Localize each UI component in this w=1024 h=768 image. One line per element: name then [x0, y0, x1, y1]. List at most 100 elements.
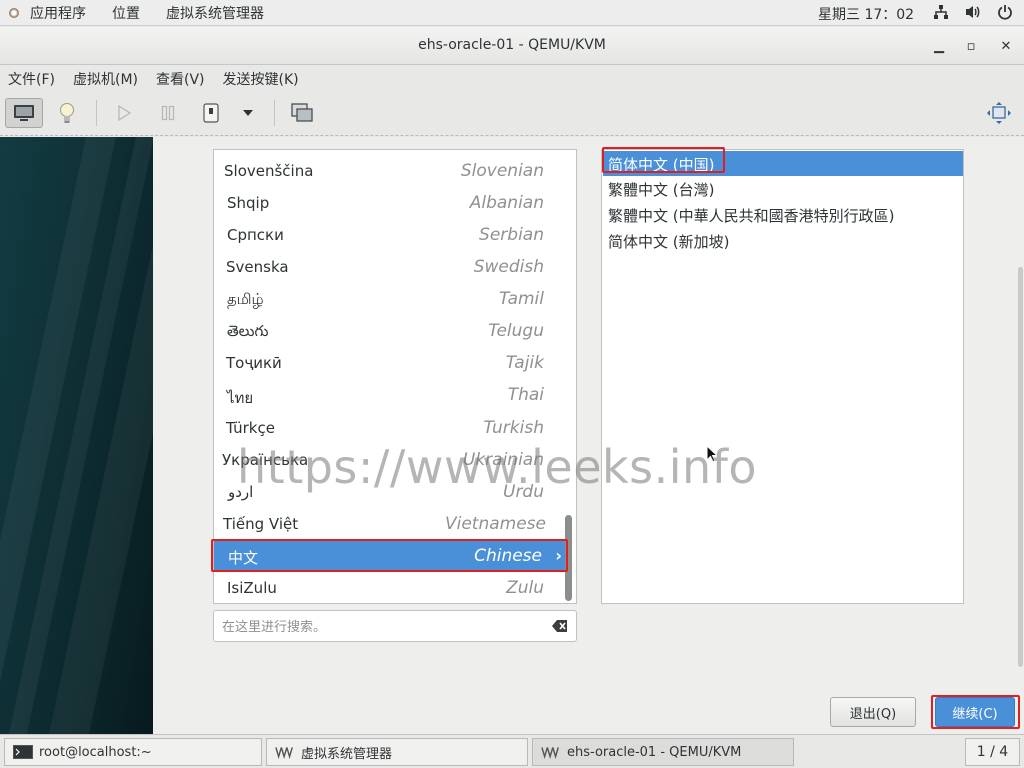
language-row[interactable]: Українська Ukrainian	[214, 444, 566, 476]
menu-view[interactable]: 查看(V)	[156, 69, 205, 89]
language-list-scrollbar[interactable]	[565, 515, 572, 601]
language-native-name: Slovenščina	[224, 162, 314, 180]
run-button[interactable]	[108, 98, 140, 128]
language-english-name: Serbian	[479, 225, 544, 245]
menu-vm[interactable]: 虚拟机(M)	[73, 69, 138, 89]
language-native-name: Српски	[227, 226, 284, 244]
taskbar-item-terminal[interactable]: root@localhost:~	[4, 738, 262, 766]
language-row[interactable]: Svenska Swedish	[214, 251, 566, 283]
monitor-icon	[14, 105, 34, 121]
language-native-name: Tiếng Việt	[223, 515, 299, 533]
vm-console[interactable]: Slovenščina Slovenian Shqip Albanian Срп…	[0, 137, 1024, 734]
app-menu[interactable]: 虚拟系统管理器	[166, 3, 264, 23]
locale-list[interactable]: 简体中文 (中国) 繁體中文 (台灣) 繁體中文 (中華人民共和國香港特別行政區…	[601, 149, 964, 604]
taskbar-item-vm-window[interactable]: ehs-oracle-01 - QEMU/KVM	[532, 738, 794, 766]
language-english-name: Tajik	[505, 353, 544, 373]
language-search-input[interactable]	[222, 617, 542, 637]
taskbar-item-virt-manager[interactable]: 虚拟系统管理器	[266, 738, 528, 766]
clock[interactable]: 星期三 17：02	[818, 4, 914, 24]
toolbar-separator	[274, 100, 275, 126]
places-menu[interactable]: 位置	[112, 3, 140, 23]
lightbulb-icon	[60, 103, 74, 123]
continue-button[interactable]: 继续(C)	[935, 697, 1015, 727]
language-row[interactable]: தமிழ் Tamil	[214, 283, 566, 315]
virt-manager-icon	[541, 747, 559, 759]
screenshot-button[interactable]	[287, 98, 317, 128]
toolbar-separator	[96, 100, 97, 126]
toolbar	[0, 92, 1024, 136]
language-native-name: Svenska	[226, 258, 289, 276]
power-icon	[203, 103, 219, 123]
quit-button[interactable]: 退出(Q)	[830, 697, 916, 727]
shutdown-button[interactable]	[196, 98, 226, 128]
language-native-name: தமிழ்	[227, 290, 264, 308]
language-row[interactable]: Slovenščina Slovenian	[214, 155, 566, 187]
mouse-cursor-icon	[706, 445, 718, 463]
menu-file[interactable]: 文件(F)	[8, 69, 55, 89]
show-console-button[interactable]	[5, 98, 43, 128]
language-english-name: Swedish	[473, 257, 544, 277]
power-icon[interactable]	[996, 3, 1014, 21]
applications-logo-icon	[6, 5, 22, 21]
language-native-name: اردو	[228, 483, 254, 501]
language-row[interactable]: తెలుగు Telugu	[214, 315, 566, 347]
language-english-name: Zulu	[506, 578, 544, 598]
screenshot-icon	[291, 103, 313, 122]
close-button[interactable]: ✕	[995, 35, 1017, 57]
language-native-name: తెలుగు	[227, 322, 269, 340]
window-titlebar[interactable]: ehs-oracle-01 - QEMU/KVM ▁ ▫ ✕	[0, 27, 1024, 65]
language-row[interactable]: Српски Serbian	[214, 219, 566, 251]
language-row[interactable]: Türkçe Turkish	[214, 412, 566, 444]
system-tray	[932, 3, 1014, 21]
language-row[interactable]: IsiZulu Zulu	[214, 572, 566, 603]
language-native-name: Українська	[222, 451, 309, 469]
language-row[interactable]: اردو Urdu	[214, 476, 566, 508]
language-native-name: 中文	[228, 549, 259, 567]
pause-button[interactable]	[152, 98, 184, 128]
language-english-name: Slovenian	[460, 161, 544, 181]
network-icon[interactable]	[932, 3, 950, 21]
language-row[interactable]: Shqip Albanian	[214, 187, 566, 219]
menubar: 文件(F) 虚拟机(M) 查看(V) 发送按键(K)	[0, 66, 1024, 92]
minimize-button[interactable]: ▁	[928, 35, 950, 57]
fullscreen-icon	[987, 102, 1011, 124]
language-english-name: Thai	[507, 385, 544, 405]
window-title: ehs-oracle-01 - QEMU/KVM	[418, 37, 606, 53]
terminal-icon	[13, 745, 33, 759]
locale-row[interactable]: 繁體中文 (中華人民共和國香港特別行政區)	[603, 202, 963, 227]
clear-search-icon[interactable]	[552, 619, 568, 633]
locale-row-selected[interactable]: 简体中文 (中国)	[603, 151, 963, 176]
show-details-button[interactable]	[50, 98, 84, 128]
gnome-top-bar: 应用程序 位置 虚拟系统管理器 星期三 17：02	[0, 0, 1024, 26]
taskbar-item-label: ehs-oracle-01 - QEMU/KVM	[567, 744, 742, 760]
applications-menu[interactable]: 应用程序	[6, 3, 112, 23]
locale-row[interactable]: 繁體中文 (台灣)	[603, 176, 963, 201]
shutdown-dropdown-button[interactable]	[236, 98, 260, 128]
language-english-name: Chinese	[474, 546, 542, 566]
fullscreen-button[interactable]	[983, 98, 1015, 128]
language-row[interactable]: Tiếng Việt Vietnamese	[214, 508, 566, 540]
language-english-name: Ukrainian	[462, 450, 544, 470]
language-native-name: Türkçe	[226, 419, 275, 437]
dropdown-icon	[243, 110, 253, 116]
language-list[interactable]: Slovenščina Slovenian Shqip Albanian Срп…	[213, 149, 577, 604]
taskbar-item-label: root@localhost:~	[39, 744, 152, 760]
pause-icon	[161, 105, 175, 121]
play-icon	[118, 105, 131, 121]
language-row[interactable]: ไทย Thai	[214, 379, 566, 411]
installer-sidebar	[0, 137, 153, 734]
language-native-name: IsiZulu	[227, 579, 277, 597]
installer-scrollbar[interactable]	[1018, 267, 1023, 667]
language-search-box[interactable]	[213, 610, 577, 642]
locale-row[interactable]: 简体中文 (新加坡)	[603, 228, 963, 253]
language-row[interactable]: Тоҷикӣ Tajik	[214, 347, 566, 379]
volume-icon[interactable]	[964, 3, 982, 21]
language-row-selected[interactable]: 中文 Chinese ›	[214, 540, 566, 572]
language-native-name: Shqip	[227, 194, 270, 212]
menu-send-key[interactable]: 发送按键(K)	[223, 69, 299, 89]
maximize-button[interactable]: ▫	[960, 35, 982, 57]
chevron-right-icon: ›	[555, 546, 562, 565]
workspace-pager[interactable]: 1 / 4	[965, 738, 1020, 766]
language-english-name: Telugu	[488, 321, 544, 341]
language-english-name: Tamil	[498, 289, 544, 309]
